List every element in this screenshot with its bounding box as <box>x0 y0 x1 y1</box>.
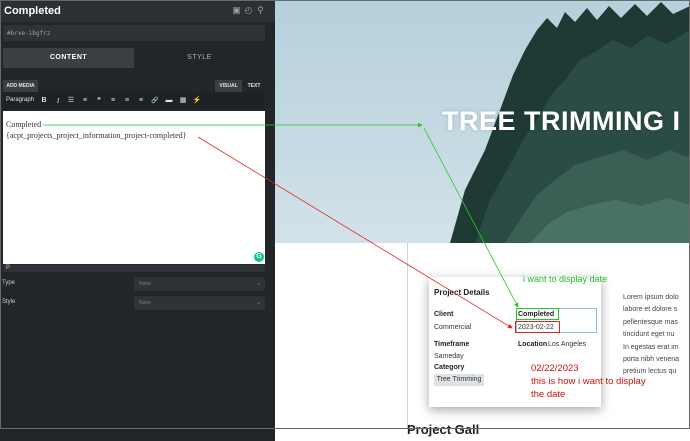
client-label: Client <box>434 311 454 318</box>
type-label: Type <box>2 280 16 286</box>
tab-style[interactable]: STYLE <box>134 48 265 68</box>
body-text-line: tincidunt eget nu <box>623 331 675 339</box>
editor-text-line: Completed <box>6 120 42 129</box>
bullet-list-icon[interactable]: ☰ <box>66 96 76 106</box>
link-icon[interactable]: 🔗 <box>150 96 160 106</box>
editor-shortcode-line: {acpt_projects_project_information_proje… <box>6 131 187 140</box>
pages-icon[interactable]: ▣ <box>232 6 241 15</box>
client-value: Commercial <box>434 324 472 331</box>
red-annotation-line3: the date <box>531 389 566 400</box>
type-select[interactable]: None ⌄ <box>134 277 265 291</box>
rich-text-editor[interactable]: Completed {acpt_projects_project_informa… <box>3 111 265 264</box>
toolbar-toggle-icon[interactable]: ▦ <box>178 96 188 106</box>
page-preview: TREE TRIMMING I Project Details Client C… <box>275 0 690 441</box>
editor-toolbar: Paragraph B I ☰ ≡ ❝ ≡ ≡ ≡ 🔗 ▬ ▦ ⚡ <box>3 93 265 110</box>
category-label: Category <box>434 364 465 371</box>
element-path[interactable]: P <box>6 265 10 272</box>
text-mode-button[interactable]: TEXT <box>243 80 265 92</box>
body-text-line: pellentesque mas <box>623 318 678 326</box>
grammarly-icon[interactable]: G <box>254 252 264 262</box>
card-title: Project Details <box>434 288 490 297</box>
red-annotation-line2: this is how i want to display <box>531 376 646 387</box>
timeframe-value: Sameday <box>434 353 464 360</box>
completed-label: Completed <box>518 311 555 318</box>
lightning-icon[interactable]: ⚡ <box>192 96 202 106</box>
green-annotation: i want to display date <box>523 274 608 284</box>
hero-section: TREE TRIMMING I <box>275 0 690 243</box>
editor-status-bar: P <box>3 265 265 272</box>
completed-date-value: 2023-02-22 <box>518 324 554 331</box>
body-text: Lorem ipsum dolo labore et dolore s pell… <box>623 292 690 379</box>
body-text-line: porta nibh venena <box>623 356 680 364</box>
body-text-line: Lorem ipsum dolo <box>623 294 679 301</box>
blockquote-icon[interactable]: ❝ <box>94 96 104 106</box>
body-text-line: In egestas erat im <box>623 343 679 351</box>
panel-title: Completed <box>4 5 61 17</box>
visual-mode-button[interactable]: VISUAL <box>215 80 242 92</box>
format-select[interactable]: Paragraph <box>6 97 34 103</box>
hero-title: TREE TRIMMING I <box>442 106 681 136</box>
align-center-icon[interactable]: ≡ <box>122 96 132 106</box>
numbered-list-icon[interactable]: ≡ <box>80 96 90 106</box>
timeframe-label: Timeframe <box>434 341 470 348</box>
section-divider <box>407 243 408 429</box>
location-value: Los Angeles <box>548 341 587 348</box>
align-left-icon[interactable]: ≡ <box>108 96 118 106</box>
add-media-button[interactable]: ADD MEDIA <box>3 80 38 92</box>
italic-icon[interactable]: I <box>53 96 63 106</box>
horizontal-rule-icon[interactable]: ▬ <box>164 96 174 106</box>
bold-icon[interactable]: B <box>39 96 49 106</box>
project-details-card: Project Details Client Commercial Comple… <box>429 277 601 407</box>
editor-panel: Completed ▣ ◴ ⚲ #brxe-ibgfrz CONTENT STY… <box>0 0 275 441</box>
gallery-title: Project Gall <box>407 422 480 437</box>
panel-header: Completed ▣ ◴ ⚲ <box>0 0 275 22</box>
history-icon[interactable]: ◴ <box>244 6 253 15</box>
chevron-down-icon: ⌄ <box>255 300 261 306</box>
style-select-value: None <box>139 300 151 306</box>
location-label: Location <box>518 341 548 348</box>
tab-content[interactable]: CONTENT <box>3 48 134 68</box>
red-annotation-line1: 02/22/2023 <box>531 363 579 374</box>
search-icon[interactable]: ⚲ <box>256 6 265 15</box>
chevron-down-icon: ⌄ <box>255 281 261 287</box>
style-select[interactable]: None ⌄ <box>134 296 265 310</box>
body-text-line: labore et dolore s <box>623 306 678 314</box>
element-id-field[interactable]: #brxe-ibgfrz <box>3 25 265 41</box>
align-right-icon[interactable]: ≡ <box>136 96 146 106</box>
type-select-value: None <box>139 281 151 287</box>
style-label: Style <box>2 299 16 305</box>
category-tag[interactable]: Tree Trimming <box>434 374 484 386</box>
